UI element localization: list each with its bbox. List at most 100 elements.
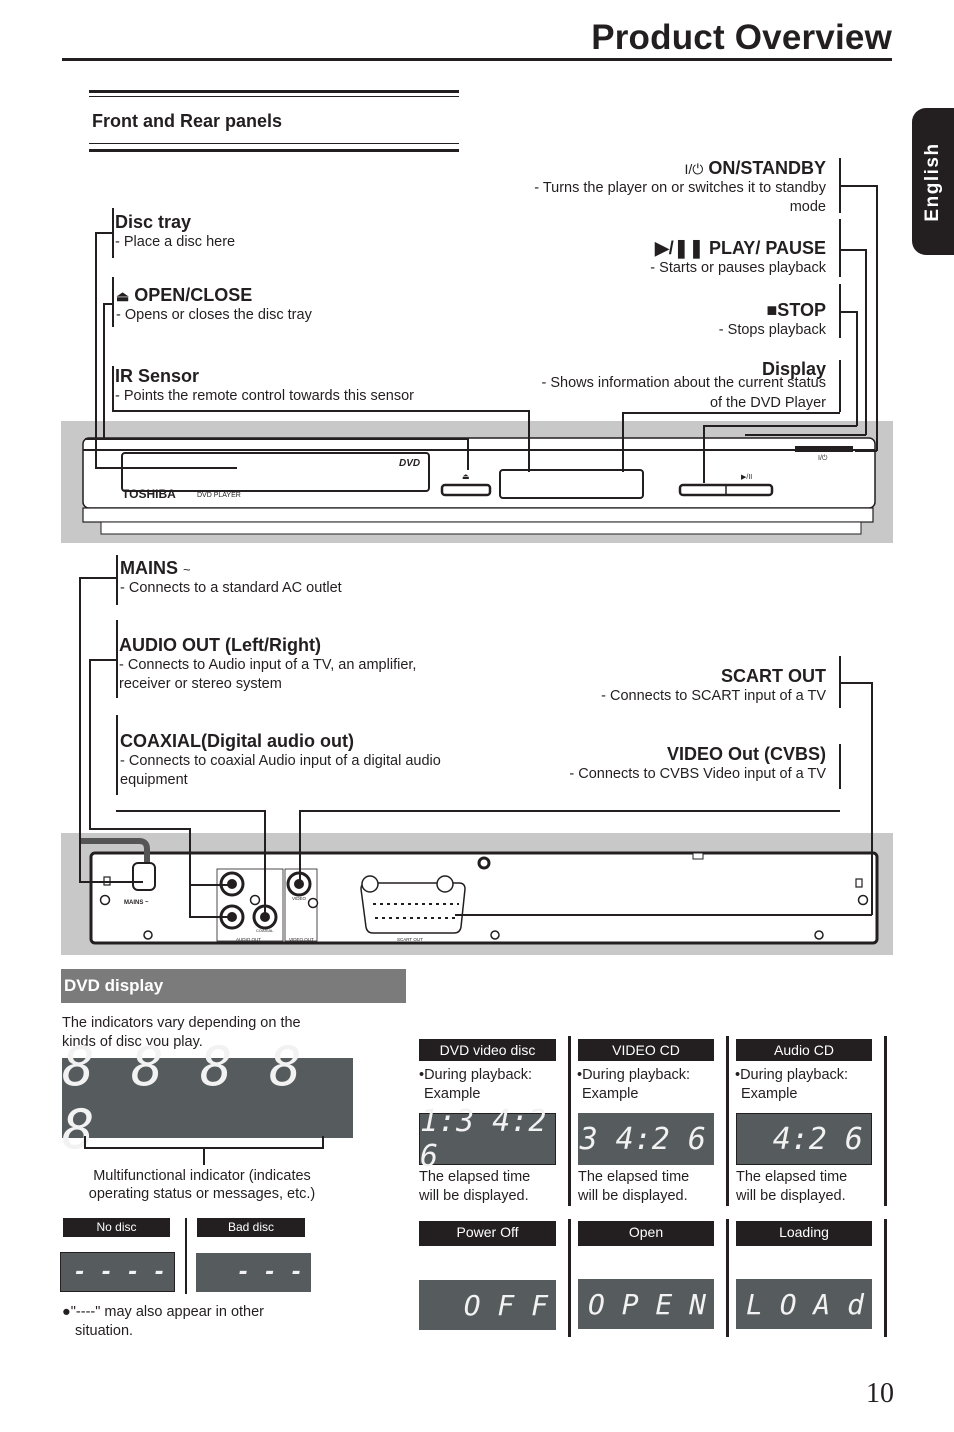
callout-line xyxy=(839,249,866,251)
section-rule-bottom xyxy=(89,149,459,152)
brand-logo: TOSHIBA xyxy=(122,487,176,501)
playback-desc-2: will be displayed. xyxy=(419,1188,529,1204)
label-desc-2: mode xyxy=(789,199,826,215)
callout-line xyxy=(79,577,116,579)
label-desc-2: receiver or stereo system xyxy=(119,676,282,692)
playback-line: •During playback: xyxy=(419,1067,533,1083)
callout-line xyxy=(264,810,266,916)
callout-line xyxy=(116,810,265,812)
playback-line: •During playback: xyxy=(735,1067,849,1083)
lcd-caption-2: operating status or messages, etc.) xyxy=(88,1186,316,1202)
playback-desc-2: will be displayed. xyxy=(578,1188,688,1204)
callout-line xyxy=(299,810,301,884)
callout-bar xyxy=(116,715,118,795)
label-scart-out: SCART OUT - Connects to SCART input of a… xyxy=(466,666,826,706)
bad-disc-label: Bad disc xyxy=(197,1218,305,1237)
label-desc: - Connects to coaxial Audio input of a d… xyxy=(120,753,441,769)
label-play-pause: ▶/❚❚ PLAY/ PAUSE - Starts or pauses play… xyxy=(466,238,826,278)
callout-line xyxy=(865,249,867,435)
callout-line xyxy=(79,577,81,882)
no-disc-lcd: - - - - xyxy=(60,1252,175,1292)
callout-bar xyxy=(839,744,841,789)
callout-bar xyxy=(116,620,118,698)
section-rule-top xyxy=(89,90,459,93)
label-title: ▶/❚❚ PLAY/ PAUSE xyxy=(654,238,826,258)
label-desc: - Starts or pauses playback xyxy=(650,260,826,276)
callout-line xyxy=(871,682,873,915)
callout-line xyxy=(745,434,866,436)
language-tab: English xyxy=(912,108,954,255)
column-separator xyxy=(884,1219,887,1337)
callout-line xyxy=(622,412,624,472)
callout-line xyxy=(95,467,237,469)
callout-line xyxy=(79,881,143,883)
callout-bar xyxy=(839,360,841,412)
power-icon: I/⏻ xyxy=(684,161,704,177)
callout-line xyxy=(95,232,112,234)
model-label: DVD PLAYER xyxy=(197,492,241,499)
callout-bar xyxy=(112,208,114,258)
status-lcd-loading: L O A d xyxy=(736,1279,872,1329)
playback-line-2: Example xyxy=(424,1086,481,1102)
column-separator xyxy=(884,1036,887,1206)
ac-symbol: ~ xyxy=(183,562,191,577)
label-desc: - Connects to SCART input of a TV xyxy=(601,688,826,704)
page-number: 10 xyxy=(866,1378,894,1409)
label-title: ■STOP xyxy=(766,300,826,320)
rear-panel-illustration xyxy=(79,838,879,945)
label-ir-sensor: IR Sensor - Points the remote control to… xyxy=(115,366,414,406)
callout-line xyxy=(189,884,232,886)
page-title: Product Overview xyxy=(591,18,892,57)
callout-line xyxy=(467,438,469,470)
lcd-caption: Multifunctional indicator (indicates xyxy=(93,1168,311,1184)
callout-line xyxy=(189,828,191,916)
callout-bar xyxy=(112,366,114,411)
label-video-out: VIDEO Out (CVBS) - Connects to CVBS Vide… xyxy=(466,744,826,784)
label-desc: - Opens or closes the disc tray xyxy=(116,307,312,323)
callout-bar xyxy=(112,277,114,327)
callout-line xyxy=(89,659,116,661)
label-desc: - Turns the player on or switches it to … xyxy=(534,180,826,196)
callout-line xyxy=(85,438,468,440)
label-title: SCART OUT xyxy=(721,666,826,686)
label-stop: ■STOP - Stops playback xyxy=(466,300,826,340)
callout-line xyxy=(112,410,529,412)
callout-line xyxy=(839,682,872,684)
playback-lcd-dvd: 1:3 4:2 6 xyxy=(419,1104,556,1174)
label-open-close: ⏏ OPEN/CLOSE - Opens or closes the disc … xyxy=(116,285,312,325)
callout-line xyxy=(528,410,530,472)
play-pause-mark-icon: ▶/II xyxy=(741,474,753,481)
language-tab-label: English xyxy=(922,141,943,222)
label-mains: MAINS ~ - Connects to a standard AC outl… xyxy=(120,558,342,598)
callout-line xyxy=(855,450,877,452)
dvd-display-heading: DVD display xyxy=(61,969,406,1003)
column-separator xyxy=(726,1036,729,1206)
rear-video-label: VIDEO xyxy=(292,896,307,901)
callout-line xyxy=(839,185,877,187)
column-separator xyxy=(185,1218,187,1294)
callout-line xyxy=(89,828,190,830)
dvd-display-note-2: situation. xyxy=(75,1323,134,1339)
label-desc: - Connects to CVBS Video input of a TV xyxy=(569,766,826,782)
playback-line: •During playback: xyxy=(577,1067,691,1083)
rear-scart-out-label: SCART OUT xyxy=(397,937,423,942)
playback-lcd-vcd: 3 4:2 6 xyxy=(578,1113,714,1165)
status-label-open: Open xyxy=(578,1221,714,1246)
rear-video-out-label: VIDEO OUT xyxy=(289,937,314,942)
column-separator xyxy=(726,1219,729,1337)
status-lcd-open: O P E N xyxy=(578,1279,714,1329)
callout-line xyxy=(103,303,105,438)
playback-desc: The elapsed time xyxy=(578,1169,690,1185)
callout-line xyxy=(876,185,878,451)
no-disc-label: No disc xyxy=(63,1218,170,1237)
main-lcd: 8 8 8 8 8 xyxy=(62,1035,353,1161)
callout-line xyxy=(703,425,705,483)
label-title: ON/STANDBY xyxy=(708,158,826,178)
label-desc: - Connects to a standard AC outlet xyxy=(120,580,342,596)
section-rule-bottom-thin xyxy=(89,143,459,144)
section-rule-top-thin xyxy=(89,96,459,97)
callout-line xyxy=(89,659,91,829)
callout-line xyxy=(299,810,840,812)
playback-label-acd: Audio CD xyxy=(736,1039,872,1061)
playback-line-2: Example xyxy=(582,1086,639,1102)
